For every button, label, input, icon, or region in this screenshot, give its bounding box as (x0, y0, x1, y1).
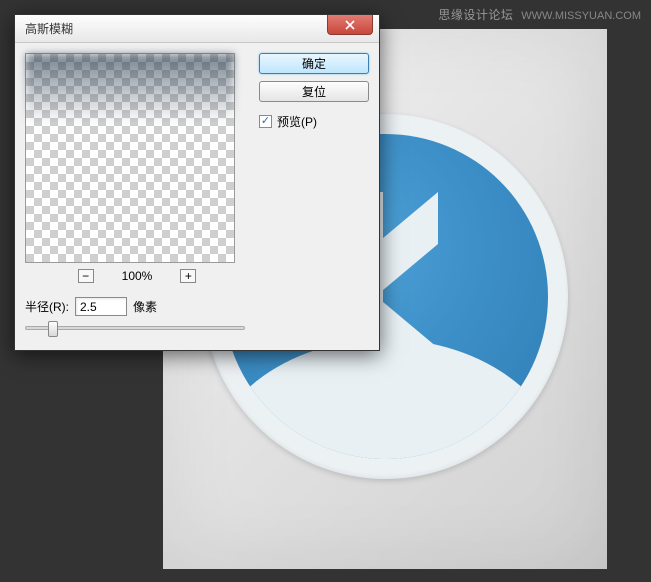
zoom-in-button[interactable]: + (180, 269, 196, 283)
close-icon (345, 20, 355, 30)
preview-checkbox[interactable]: ✓ (259, 115, 272, 128)
cancel-button-label: 复位 (302, 83, 326, 100)
watermark: 思缘设计论坛 WWW.MISSYUAN.COM (438, 6, 641, 23)
ok-button[interactable]: 确定 (259, 53, 369, 74)
dialog-title: 高斯模糊 (25, 20, 73, 37)
radius-label: 半径(R): (25, 298, 69, 315)
radius-row: 半径(R): 像素 (25, 297, 249, 316)
watermark-site: WWW.MISSYUAN.COM (521, 10, 641, 22)
radius-slider[interactable] (25, 326, 245, 330)
zoom-out-button[interactable]: − (78, 269, 94, 283)
minus-icon: − (82, 270, 89, 282)
preview-checkbox-label: 预览(P) (277, 113, 317, 130)
icon-swoosh (223, 339, 548, 459)
cancel-button[interactable]: 复位 (259, 81, 369, 102)
check-icon: ✓ (261, 116, 270, 127)
radius-slider-thumb[interactable] (48, 321, 58, 337)
radius-input[interactable] (75, 297, 127, 316)
preview-content-shadow (26, 54, 234, 124)
zoom-controls: − 100% + (25, 269, 249, 283)
plus-icon: + (185, 270, 192, 282)
dialog-titlebar[interactable]: 高斯模糊 (15, 15, 379, 43)
watermark-text: 思缘设计论坛 (438, 8, 513, 22)
preview-panel[interactable] (25, 53, 235, 263)
close-button[interactable] (327, 15, 373, 35)
zoom-level: 100% (122, 269, 153, 283)
gaussian-blur-dialog: 高斯模糊 − 100% + 半径(R): 像素 (14, 14, 380, 351)
radius-unit: 像素 (133, 298, 157, 315)
preview-checkbox-row[interactable]: ✓ 预览(P) (259, 113, 369, 130)
ok-button-label: 确定 (302, 55, 326, 72)
